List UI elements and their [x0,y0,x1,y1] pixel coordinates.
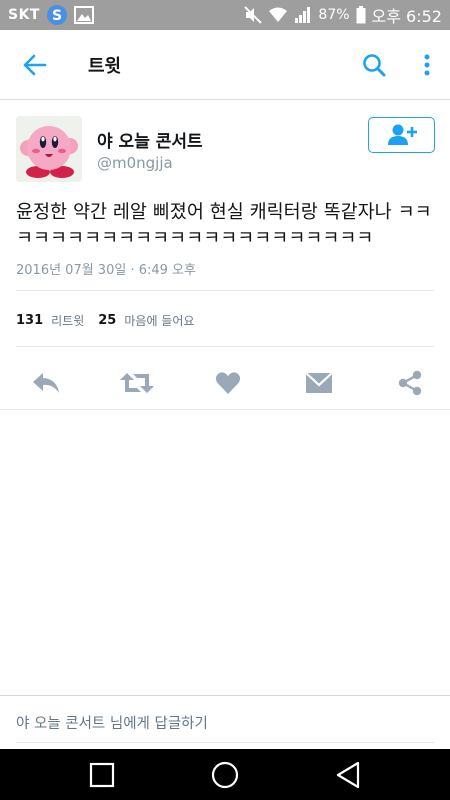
divider [16,290,434,291]
status-bar-left: SKT S [8,4,94,26]
page-title: 트윗 [88,55,122,77]
back-nav-button[interactable] [318,749,378,800]
search-icon [363,53,386,76]
status-bar: SKT S 87% 오후 6:52 [0,0,450,30]
display-name[interactable]: 야 오늘 콘서트 [97,127,203,152]
like-button[interactable] [206,361,250,405]
reply-box[interactable]: 야 오늘 콘서트 님에게 답글하기 [0,695,450,749]
divider [0,409,450,410]
back-arrow-icon [23,54,47,75]
direct-message-button[interactable] [297,361,341,405]
divider [16,346,434,347]
more-options-button[interactable] [404,30,450,100]
like-label[interactable]: 마음에 들어요 [124,312,194,329]
reply-icon [33,373,59,393]
home-button[interactable] [195,749,255,800]
share-button[interactable] [388,361,432,405]
tweet-header: 야 오늘 콘서트 @m0ngjja [0,100,450,190]
retweet-label[interactable]: 리트윗 [51,312,84,329]
avatar[interactable] [16,116,82,182]
retweet-count[interactable]: 131 [16,313,43,328]
heart-icon [215,372,241,394]
svg-text:S: S [52,8,62,24]
reply-input[interactable]: 야 오늘 콘서트 님에게 답글하기 [16,712,208,733]
kirby-avatar-icon [16,116,82,182]
reply-button[interactable] [24,361,68,405]
back-button[interactable] [0,30,70,100]
retweet-icon [120,373,154,393]
more-vertical-icon [424,54,430,75]
clock: 오후 6:52 [371,7,442,26]
triangle-back-icon [337,761,360,788]
battery-percent: 87% [318,7,350,23]
follow-button[interactable] [368,117,435,153]
retweet-button[interactable] [115,361,159,405]
reply-underline [16,742,434,743]
wifi-icon [268,7,288,23]
square-icon [89,762,114,787]
username[interactable]: @m0ngjja [97,154,173,172]
gallery-icon [73,6,94,24]
tweet-stats: 131 리트윗 25 마음에 들어요 [16,312,194,329]
recent-apps-button[interactable] [72,749,132,800]
system-nav-bar [0,749,450,800]
like-count[interactable]: 25 [98,313,116,328]
sync-icon: S [46,4,68,26]
share-icon [398,370,422,396]
message-icon [305,372,333,393]
circle-icon [211,761,239,788]
tweet-actions [0,356,450,410]
tweet-text: 윤정한 약간 레알 삐졌어 현실 캐릭터랑 똑같자나 ㅋㅋㅋㅋㅋㅋㅋㅋㅋㅋㅋㅋㅋ… [16,202,432,249]
status-bar-right: 87% 오후 6:52 [244,3,442,27]
add-user-icon [387,124,417,145]
app-bar: 트윗 [0,30,450,100]
carrier-label: SKT [8,7,40,23]
signal-icon [294,7,312,23]
search-button[interactable] [344,30,404,100]
mute-icon [244,6,263,24]
tweet-detail: 야 오늘 콘서트 @m0ngjja 윤정한 약간 레알 삐졌어 현실 캐릭터랑 … [0,100,450,410]
battery-icon [356,6,366,24]
tweet-timestamp: 2016년 07월 30일 · 6:49 오후 [16,263,196,278]
